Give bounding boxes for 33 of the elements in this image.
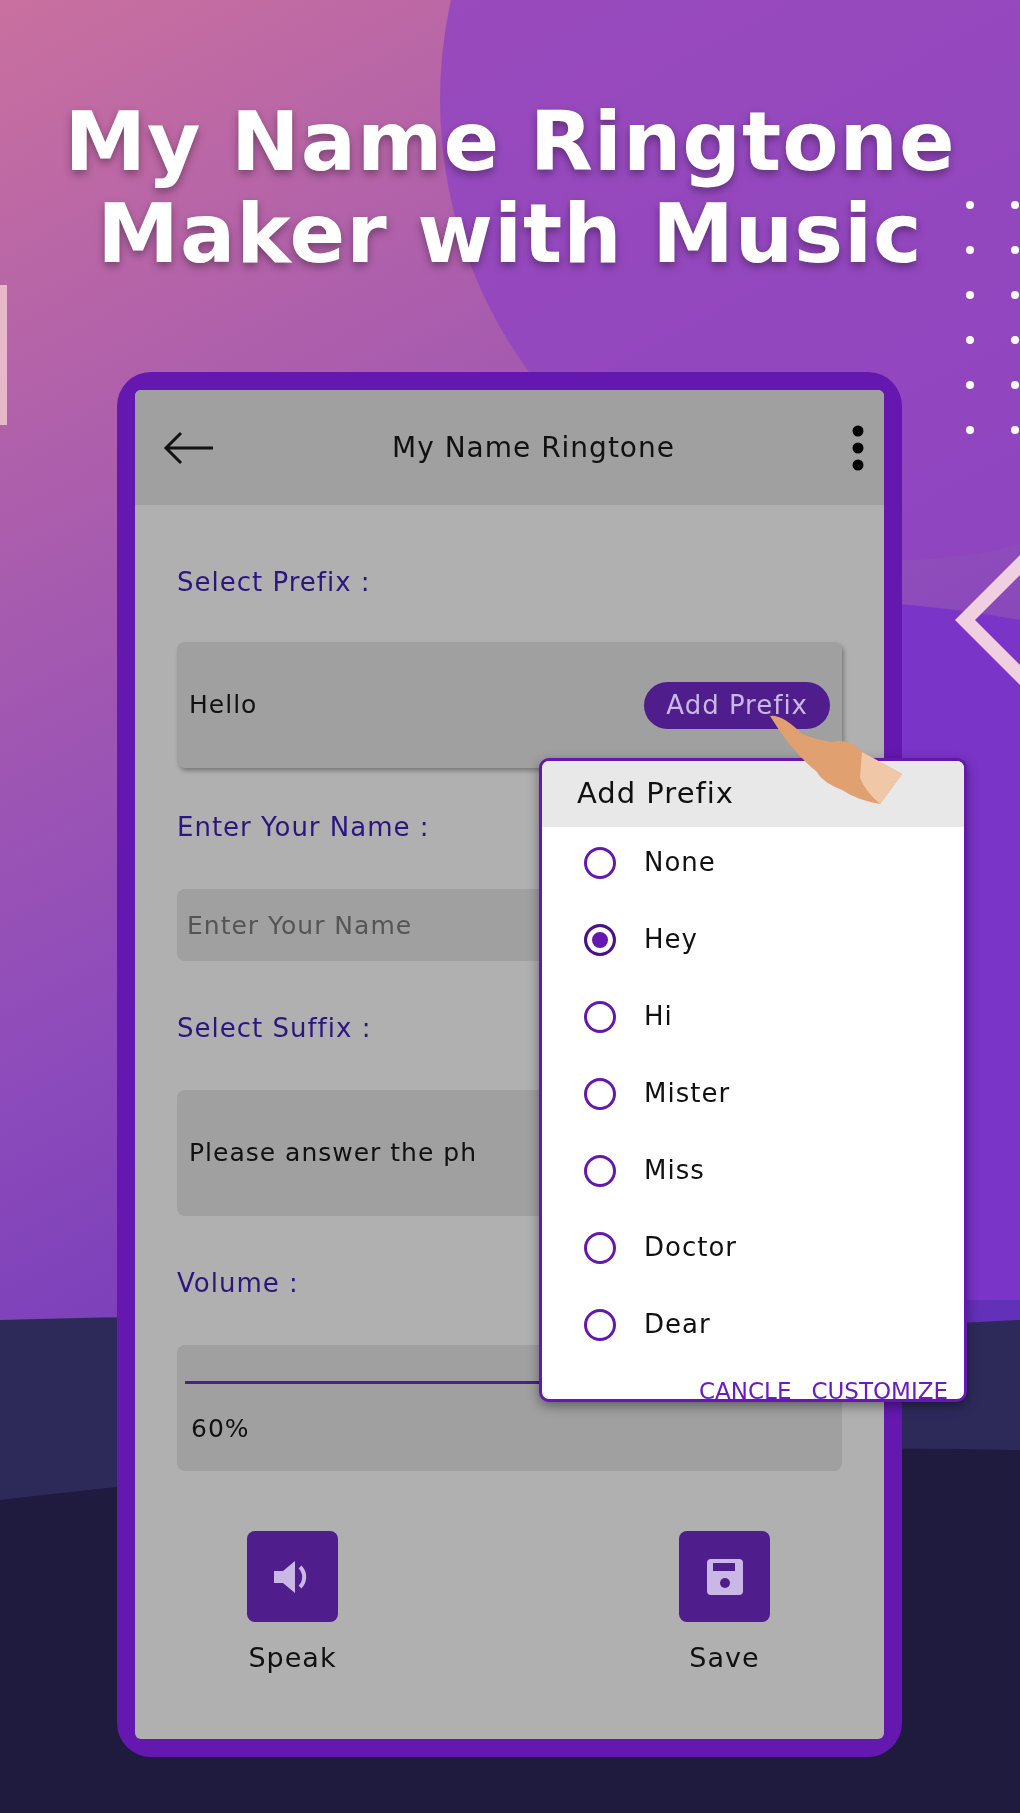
- radio-button[interactable]: [584, 846, 616, 879]
- dialog-button[interactable]: CUSTOMIZE: [809, 1374, 950, 1399]
- action-label: Save: [689, 1641, 760, 1675]
- headline: My Name Ringtone: [64, 94, 956, 189]
- option-label[interactable]: Hey: [644, 920, 698, 959]
- app-title: My Name Ringtone: [391, 429, 676, 466]
- dialog-button[interactable]: CANCLE: [697, 1374, 794, 1399]
- dialog-title: Add Prefix: [542, 761, 964, 827]
- radio-button[interactable]: [584, 1154, 616, 1187]
- radio-button[interactable]: [584, 923, 616, 956]
- section-label: Enter Your Name :: [177, 811, 430, 844]
- radio-button[interactable]: [584, 1000, 616, 1033]
- option-label[interactable]: Dear: [644, 1305, 711, 1344]
- action-label: Speak: [248, 1641, 337, 1675]
- prefix-value: Hello: [189, 689, 258, 722]
- add-prefix-button[interactable]: Add Prefix: [644, 681, 830, 729]
- radio-button[interactable]: [584, 1231, 616, 1264]
- back-arrow-icon[interactable]: [163, 430, 215, 465]
- more-options-icon[interactable]: [852, 424, 864, 471]
- radio-button[interactable]: [584, 1308, 616, 1341]
- section-label: Select Suffix :: [177, 1012, 372, 1045]
- option-label[interactable]: Miss: [644, 1151, 705, 1190]
- radio-button[interactable]: [584, 1077, 616, 1110]
- option-label[interactable]: Mister: [644, 1074, 731, 1113]
- option-label[interactable]: Hi: [644, 997, 673, 1036]
- option-label[interactable]: None: [644, 843, 716, 882]
- save-button[interactable]: [679, 1531, 770, 1622]
- suffix-value: Please answer the ph: [189, 1137, 477, 1170]
- section-label: Select Prefix :: [177, 566, 371, 599]
- volume-reading: 60%: [191, 1413, 250, 1445]
- speak-button[interactable]: [247, 1531, 338, 1622]
- section-label: Volume :: [177, 1267, 299, 1300]
- option-label[interactable]: Doctor: [644, 1228, 737, 1267]
